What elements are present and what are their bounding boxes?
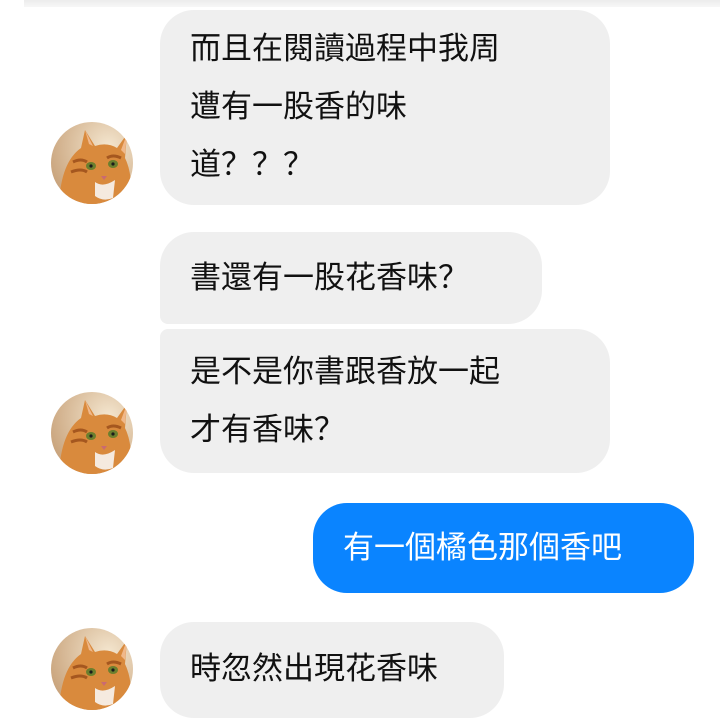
cat-avatar[interactable] — [51, 628, 133, 710]
incoming-message-bubble[interactable]: 是不是你書跟香放一起 才有香味？ — [160, 329, 610, 473]
orange-tabby-cat-icon — [51, 628, 133, 710]
incoming-message-bubble[interactable]: 而且在閱讀過程中我周 遭有一股香的味 道？？？ — [160, 10, 610, 205]
outgoing-message-bubble[interactable]: 有一個橘色那個香吧 — [313, 503, 694, 593]
orange-tabby-cat-icon — [51, 122, 133, 204]
orange-tabby-cat-icon — [51, 392, 133, 474]
incoming-message-bubble[interactable]: 書還有一股花香味？ — [160, 232, 542, 324]
cat-avatar[interactable] — [51, 122, 133, 204]
cat-avatar[interactable] — [51, 392, 133, 474]
message-thread[interactable]: 而且在閱讀過程中我周 遭有一股香的味 道？？？ 書還有一股花香味？ 是不是你書跟… — [0, 0, 720, 718]
